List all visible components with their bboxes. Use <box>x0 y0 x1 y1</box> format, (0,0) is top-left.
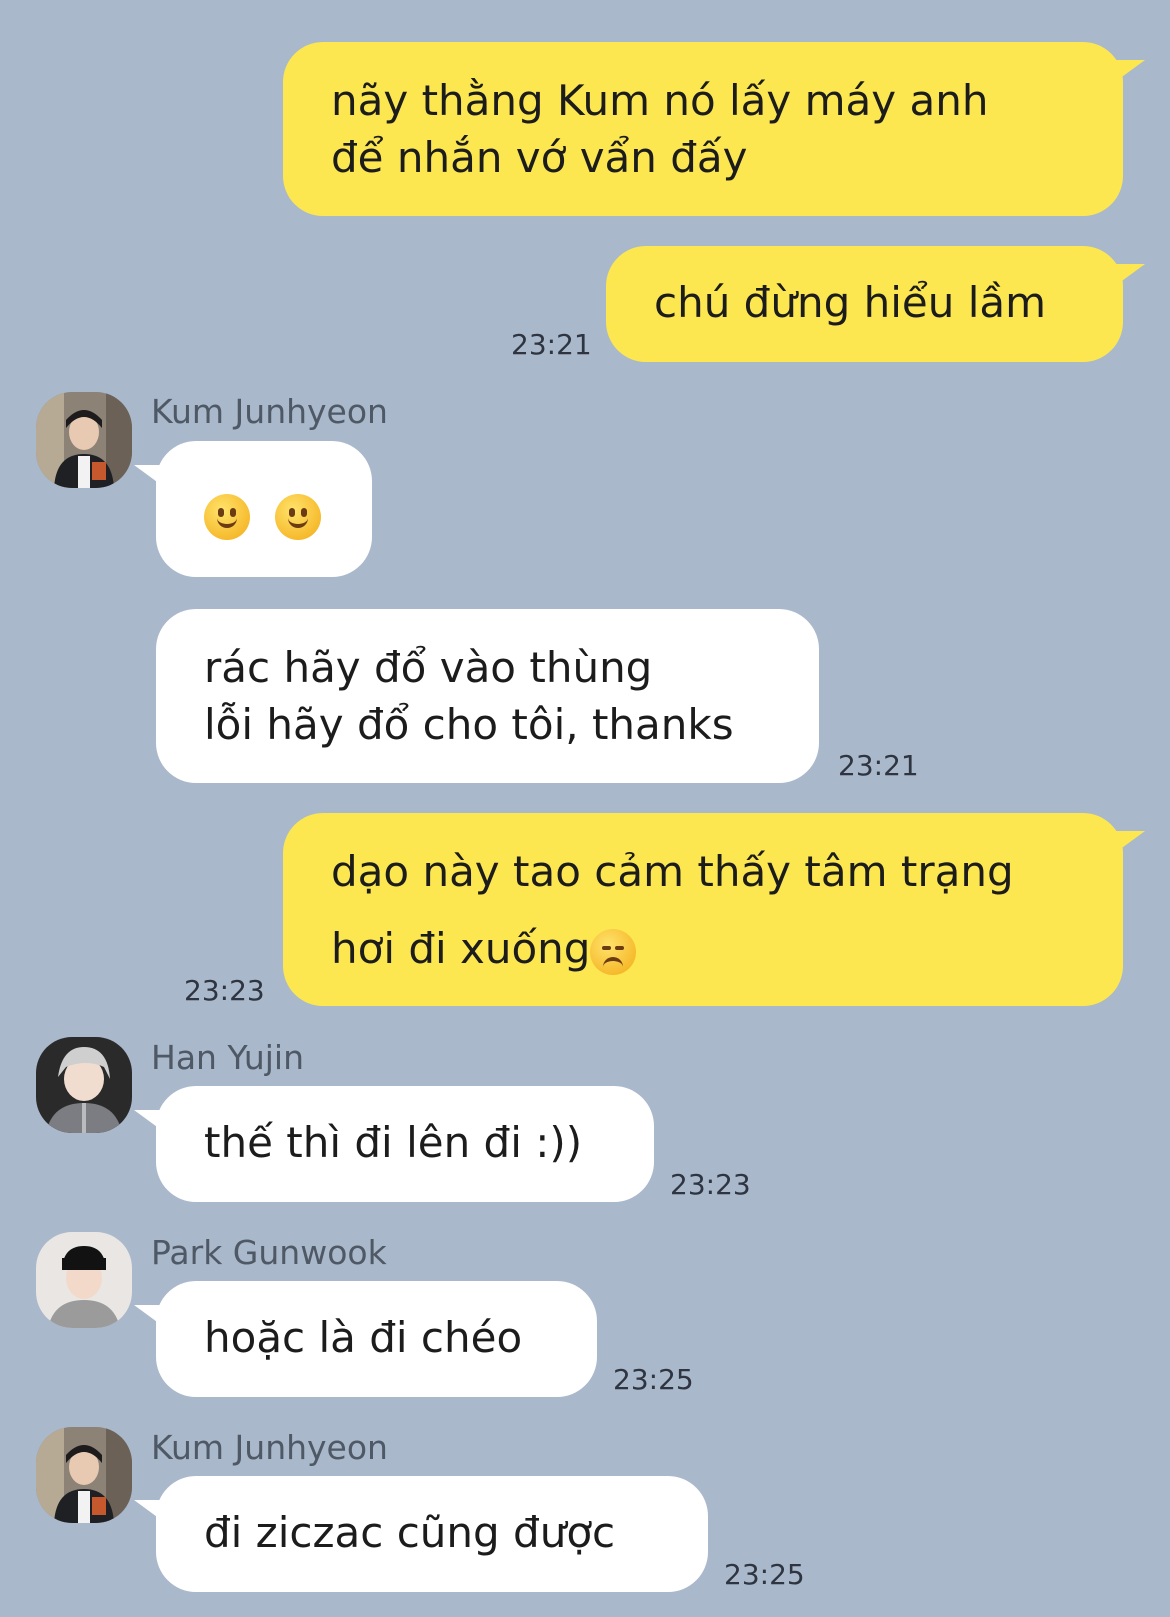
message-line: nãy thằng Kum nó lấy máy anh <box>331 76 989 125</box>
message-line: chú đừng hiểu lầm <box>654 278 1047 327</box>
their-message-bubble[interactable]: rác hãy đổ vào thùng lỗi hãy đổ cho tôi,… <box>156 609 819 783</box>
slightly-smiling-face-icon <box>204 493 250 540</box>
sender-name: Han Yujin <box>151 1038 304 1077</box>
avatar-kum-junhyeon[interactable] <box>36 1427 132 1523</box>
message-timestamp: 23:25 <box>613 1363 694 1396</box>
message-line: hơi đi xuống <box>331 924 591 973</box>
my-message-bubble[interactable]: dạo này tao cảm thấy tâm trạng hơi đi xu… <box>283 813 1145 1006</box>
their-message-bubble[interactable] <box>134 441 372 577</box>
message-line: lỗi hãy đổ cho tôi, thanks <box>204 700 734 749</box>
message-timestamp: 23:21 <box>838 749 919 782</box>
disappointed-face-icon <box>590 928 637 975</box>
message-line: rác hãy đổ vào thùng <box>204 643 653 692</box>
avatar-park-gunwook[interactable] <box>36 1232 132 1328</box>
their-message-bubble[interactable]: đi ziczac cũng được <box>134 1476 708 1592</box>
message-line: để nhắn vớ vẩn đấy <box>331 133 748 182</box>
avatar-image <box>36 392 132 488</box>
message-line: dạo này tao cảm thấy tâm trạng <box>331 847 1014 896</box>
avatar-image <box>36 1427 132 1523</box>
message-timestamp: 23:23 <box>670 1168 751 1201</box>
sender-name: Kum Junhyeon <box>151 392 388 431</box>
sender-name: Kum Junhyeon <box>151 1428 388 1467</box>
their-message-bubble[interactable]: hoặc là đi chéo <box>134 1281 597 1397</box>
slightly-smiling-face-icon <box>275 493 322 540</box>
avatar-image <box>36 1037 132 1133</box>
my-message-bubble[interactable]: nãy thằng Kum nó lấy máy anh để nhắn vớ … <box>283 42 1145 216</box>
message-timestamp: 23:25 <box>724 1558 805 1591</box>
sender-name: Park Gunwook <box>151 1233 387 1272</box>
message-line: thế thì đi lên đi :)) <box>204 1118 583 1167</box>
message-timestamp: 23:21 <box>511 328 592 361</box>
their-message-bubble[interactable]: thế thì đi lên đi :)) <box>134 1086 654 1202</box>
avatar-han-yujin[interactable] <box>36 1037 132 1133</box>
message-timestamp: 23:23 <box>184 974 265 1007</box>
my-message-bubble[interactable]: chú đừng hiểu lầm <box>606 246 1145 362</box>
message-line: hoặc là đi chéo <box>204 1313 523 1362</box>
message-line: đi ziczac cũng được <box>204 1508 616 1557</box>
avatar-image <box>36 1232 132 1328</box>
avatar-kum-junhyeon[interactable] <box>36 392 132 488</box>
